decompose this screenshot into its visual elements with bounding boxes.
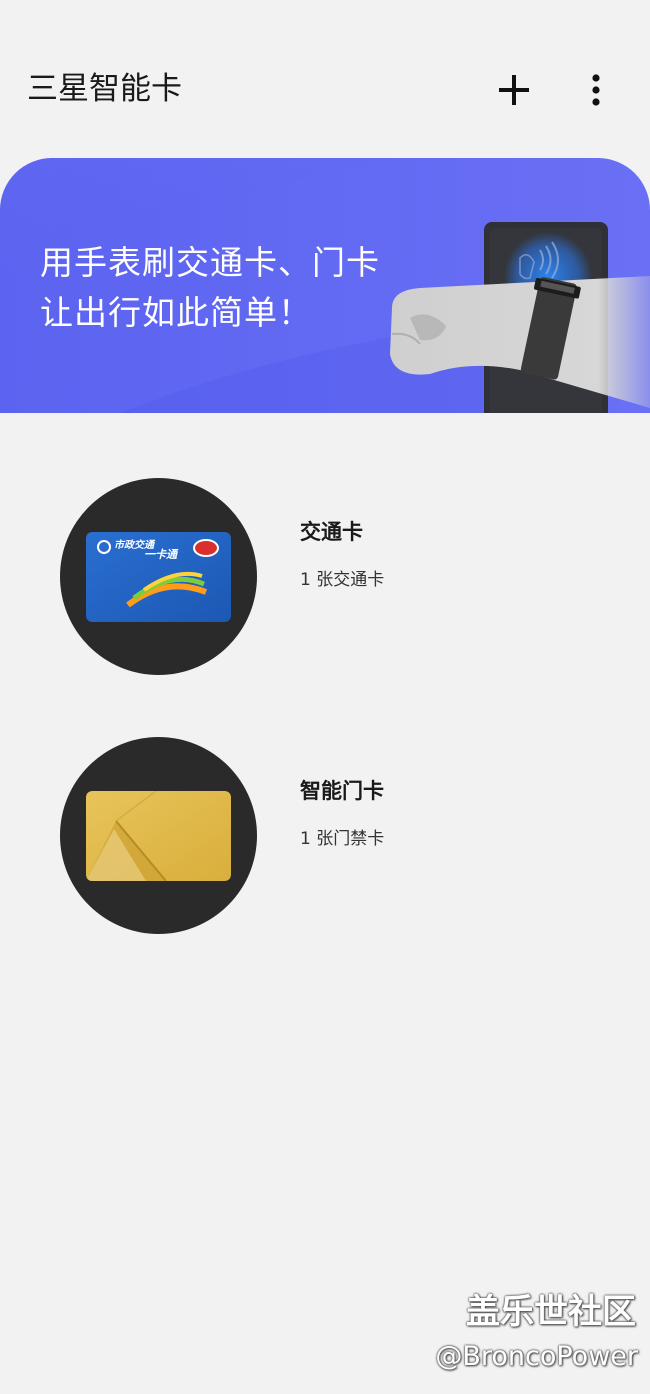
banner-headline-line2: 让出行如此简单！: [40, 293, 312, 332]
door-card-image: [86, 791, 231, 881]
transit-card-image: 市政交通 一卡通: [86, 532, 231, 622]
app-header: 三星智能卡: [0, 0, 650, 160]
plus-icon: [499, 75, 529, 105]
more-options-button[interactable]: [568, 62, 624, 118]
promo-banner[interactable]: 用手表刷交通卡、门卡 让出行如此简单！: [0, 158, 650, 413]
door-card-thumbnail: [60, 737, 257, 934]
add-card-button[interactable]: [486, 62, 542, 118]
watermark-community: 盖乐世社区: [466, 1292, 636, 1332]
transit-card-thumbnail: 市政交通 一卡通: [60, 478, 257, 675]
card-category-count: 1 张门禁卡: [300, 829, 385, 849]
card-category-transit[interactable]: 市政交通 一卡通 交通卡 1 张交通卡: [0, 476, 650, 676]
transit-card-name-text: 一卡通: [144, 548, 177, 561]
banner-headline-line1: 用手表刷交通卡、门卡: [40, 243, 380, 282]
card-category-count: 1 张交通卡: [300, 570, 385, 590]
page-title: 三星智能卡: [27, 71, 182, 107]
card-category-title: 智能门卡: [300, 779, 384, 803]
card-category-title: 交通卡: [300, 520, 363, 544]
watermark-author: @BroncoPower: [435, 1341, 638, 1372]
more-vertical-icon: [592, 74, 600, 106]
card-category-door[interactable]: 智能门卡 1 张门禁卡: [0, 735, 650, 935]
